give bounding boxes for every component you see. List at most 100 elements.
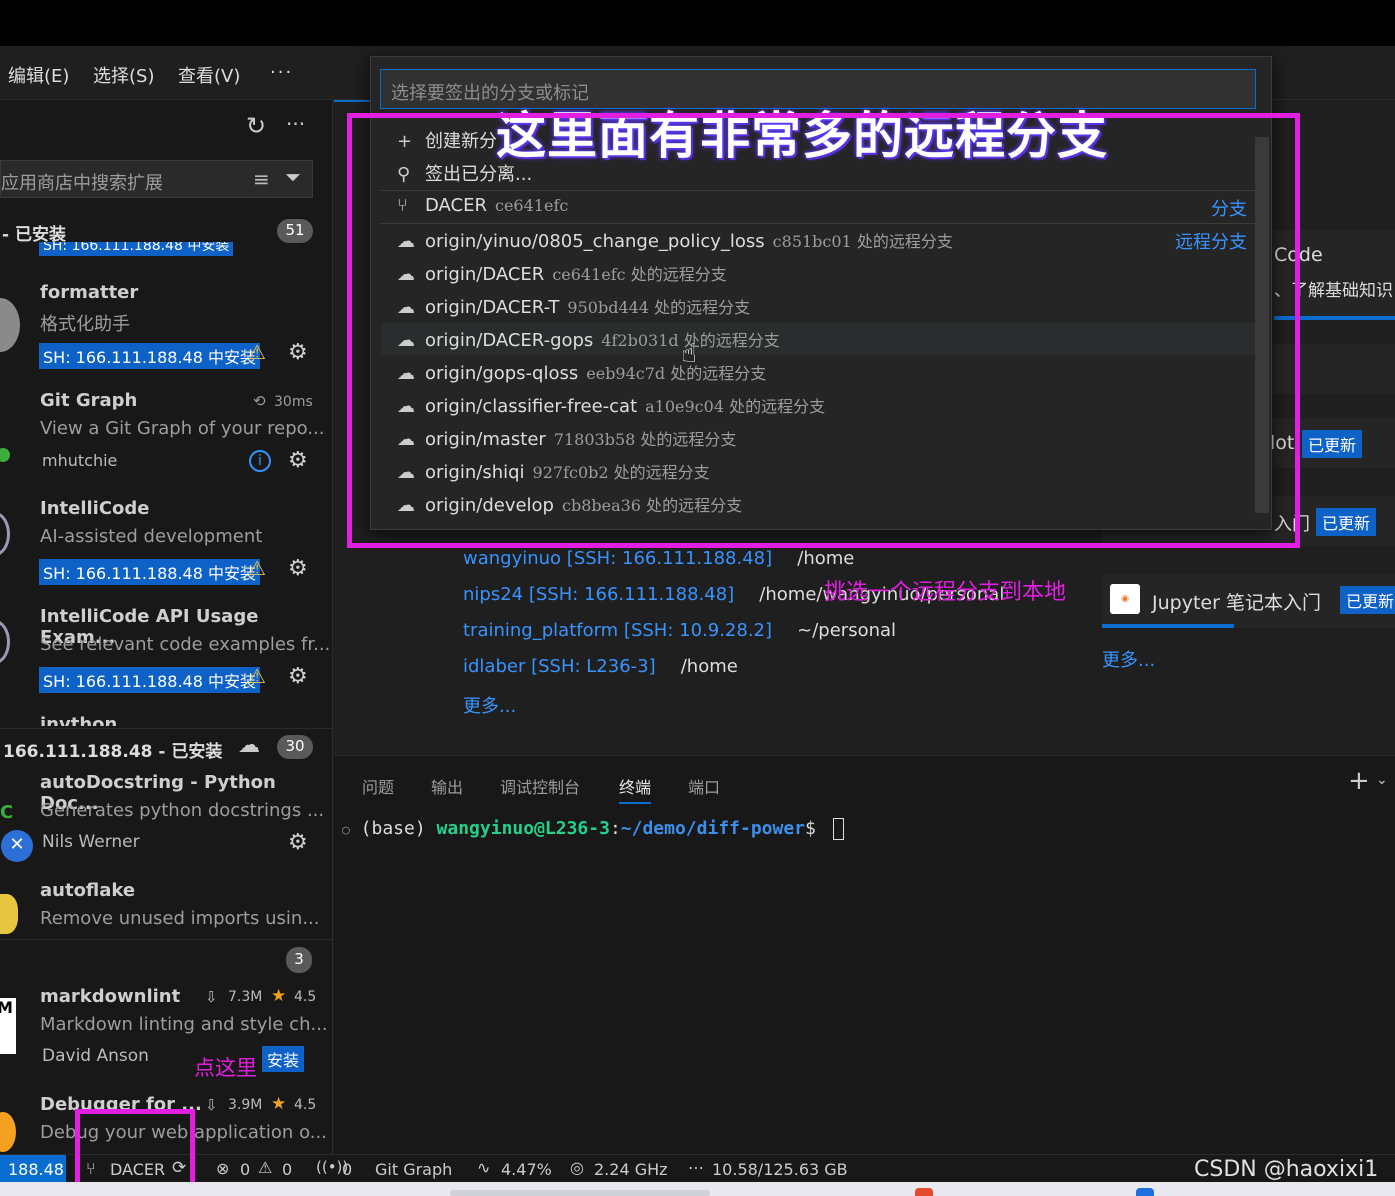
remote-host-indicator[interactable]: 188.48	[0, 1155, 66, 1183]
recent-path: /home	[797, 548, 855, 569]
remote-count-badge: 30	[277, 735, 313, 759]
walkthrough-title: Jupyter 笔记本入门	[1152, 592, 1321, 614]
conda-env: (base)	[360, 818, 426, 839]
extension-logo	[0, 620, 10, 664]
extensions-sidebar: ↻ ··· 应用商店中搜索扩展 ≡ ⏷ - 已安装 51 SH: 166.111…	[0, 100, 333, 1154]
prompt-end: $	[805, 818, 816, 839]
recent-item[interactable]: idlaber [SSH: L236-3] /home	[463, 656, 738, 677]
extension-description: View a Git Graph of your repo...	[40, 418, 325, 439]
warning-icon[interactable]: ⚠	[248, 664, 266, 688]
extension-item[interactable]: IntelliCode AI-assisted development SH: …	[0, 486, 332, 586]
refresh-icon[interactable]: ↻	[246, 112, 266, 140]
jupyter-logo: ◉	[1110, 584, 1140, 614]
updated-badge: 已更新	[1302, 430, 1363, 458]
extension-logo: M	[0, 998, 16, 1054]
recent-item[interactable]: training_platform [SSH: 10.9.28.2] ~/per…	[463, 620, 896, 641]
tab-terminal[interactable]: 终端	[619, 774, 652, 804]
extension-description: Generates python docstrings ...	[40, 800, 325, 821]
gear-icon[interactable]: ⚙	[288, 830, 308, 855]
remote-installed-header[interactable]: 166.111.188.48 - 已安装 ☁ 30	[0, 728, 332, 764]
active-tab-indicator	[334, 100, 374, 102]
taskbar	[0, 1182, 1395, 1196]
more-actions-icon[interactable]: ···	[286, 112, 305, 136]
install-location-badge: SH: 166.111.188.48 中安装	[39, 559, 260, 585]
install-button[interactable]: 安装	[262, 1046, 305, 1072]
recent-more-link[interactable]: 更多...	[463, 692, 516, 718]
recent-name[interactable]: wangyinuo [SSH: 166.111.188.48]	[463, 548, 772, 569]
download-icon: ⇩	[205, 988, 218, 1006]
star-icon: ★	[271, 1094, 287, 1114]
extension-item[interactable]: M markdownlint ⇩ 7.3M ★ 4.5 Markdown lin…	[0, 980, 332, 1080]
extension-item[interactable]: formatter 格式化助手 SH: 166.111.188.48 中安装 ⚠…	[0, 270, 332, 370]
gear-icon[interactable]: ⚙	[288, 448, 308, 473]
recent-item[interactable]: wangyinuo [SSH: 166.111.188.48] /home	[463, 548, 854, 569]
git-graph-button[interactable]: Git Graph	[375, 1160, 452, 1179]
warning-icon[interactable]: ⚠	[258, 1158, 272, 1177]
memory-usage: 10.58/125.63 GB	[712, 1160, 848, 1179]
download-count: 7.3M	[228, 989, 263, 1005]
extension-logo	[0, 298, 20, 352]
install-location-badge: SH: 166.111.188.48 中安装	[39, 343, 260, 369]
menu-select[interactable]: 选择(S)	[93, 62, 154, 88]
updated-badge: 已更新	[1340, 586, 1395, 614]
extension-search-box[interactable]: 应用商店中搜索扩展 ≡ ⏷	[0, 160, 313, 198]
bottom-panel: 问题 输出 调试控制台 终端 端口 + ⌄ ○ (base) wangyinuo…	[334, 755, 1395, 1154]
gear-icon[interactable]: ⚙	[288, 340, 308, 365]
menu-more[interactable]: ···	[270, 62, 293, 83]
extension-item[interactable]: IntelliCode API Usage Exam... See releva…	[0, 594, 332, 694]
gear-icon[interactable]: ⚙	[288, 664, 308, 689]
updated-badge: 已更新	[1316, 508, 1377, 536]
progress-bar	[1102, 624, 1234, 628]
new-terminal-icon[interactable]: +	[1348, 766, 1370, 796]
gauge-icon: ◎	[570, 1158, 584, 1177]
extension-description: Remove unused imports usin...	[40, 908, 320, 929]
extension-item[interactable]: invthon	[40, 712, 320, 726]
cloud-download-icon[interactable]: ☁	[238, 733, 260, 758]
taskbar-search[interactable]	[450, 1190, 710, 1196]
taskbar-app-icon[interactable]	[915, 1188, 933, 1196]
extension-item[interactable]: autoflake Remove unused imports usin...	[0, 874, 332, 940]
extension-publisher: David Anson	[42, 1046, 149, 1066]
filter-icon[interactable]: ⏷	[285, 165, 301, 189]
install-location-badge: SH: 166.111.188.48 中安装	[39, 667, 260, 693]
walkthrough-card-jupyter[interactable]: ◉ Jupyter 笔记本入门 已更新	[1102, 574, 1395, 628]
extension-logo	[0, 1112, 16, 1152]
tab-output[interactable]: 输出	[431, 774, 463, 798]
download-icon: ⇩	[205, 1096, 218, 1114]
cpu-frequency: 2.24 GHz	[594, 1160, 668, 1179]
warning-icon[interactable]: ⚠	[248, 556, 266, 580]
extension-logo	[0, 512, 10, 556]
extension-publisher: Nils Werner	[42, 832, 140, 852]
recent-name[interactable]: idlaber [SSH: L236-3]	[463, 656, 656, 677]
search-input[interactable]: 应用商店中搜索扩展	[1, 169, 163, 195]
extension-item[interactable]: Git Graph ⟲ 30ms View a Git Graph of you…	[0, 378, 332, 478]
gear-icon[interactable]: ⚙	[288, 556, 308, 581]
extension-logo	[0, 448, 10, 462]
installed-count-badge: 51	[277, 219, 313, 243]
extension-item[interactable]: C ✕ autoDocstring - Python Doc... Genera…	[0, 766, 332, 866]
recent-name[interactable]: training_platform [SSH: 10.9.28.2]	[463, 620, 772, 641]
remote-icon: ✕	[1, 830, 33, 862]
extension-description: 格式化助手	[40, 314, 130, 335]
info-icon[interactable]: i	[249, 450, 271, 472]
clear-filter-icon[interactable]: ≡	[253, 167, 270, 191]
prompt-path: ~/demo/diff-power	[620, 818, 806, 839]
error-icon[interactable]: ⊗	[216, 1159, 229, 1178]
warning-count: 0	[282, 1160, 293, 1179]
taskbar-app-icon[interactable]	[1136, 1188, 1154, 1196]
ports-count: 0	[342, 1160, 353, 1179]
tab-ports[interactable]: 端口	[688, 774, 720, 798]
menu-edit[interactable]: 编辑(E)	[8, 62, 69, 88]
recent-path: /home	[680, 656, 738, 677]
warning-icon[interactable]: ⚠	[248, 340, 266, 364]
download-count: 3.9M	[228, 1097, 263, 1113]
menu-view[interactable]: 查看(V)	[178, 62, 240, 88]
walkthrough-more-link[interactable]: 更多...	[1102, 646, 1155, 672]
status-bar: 188.48 ⑂ DACER ⟳ ⊗ 0 ⚠ 0 ((•)) 0 Git Gra…	[0, 1154, 1395, 1183]
tab-debug-console[interactable]: 调试控制台	[500, 774, 580, 798]
activation-time: 30ms	[274, 394, 313, 410]
terminal-line[interactable]: ○ (base) wangyinuo@L236-3:~/demo/diff-po…	[342, 818, 844, 840]
chevron-down-icon[interactable]: ⌄	[1376, 772, 1388, 788]
recent-name[interactable]: nips24 [SSH: 166.111.188.48]	[463, 584, 734, 605]
tab-problems[interactable]: 问题	[362, 774, 394, 798]
